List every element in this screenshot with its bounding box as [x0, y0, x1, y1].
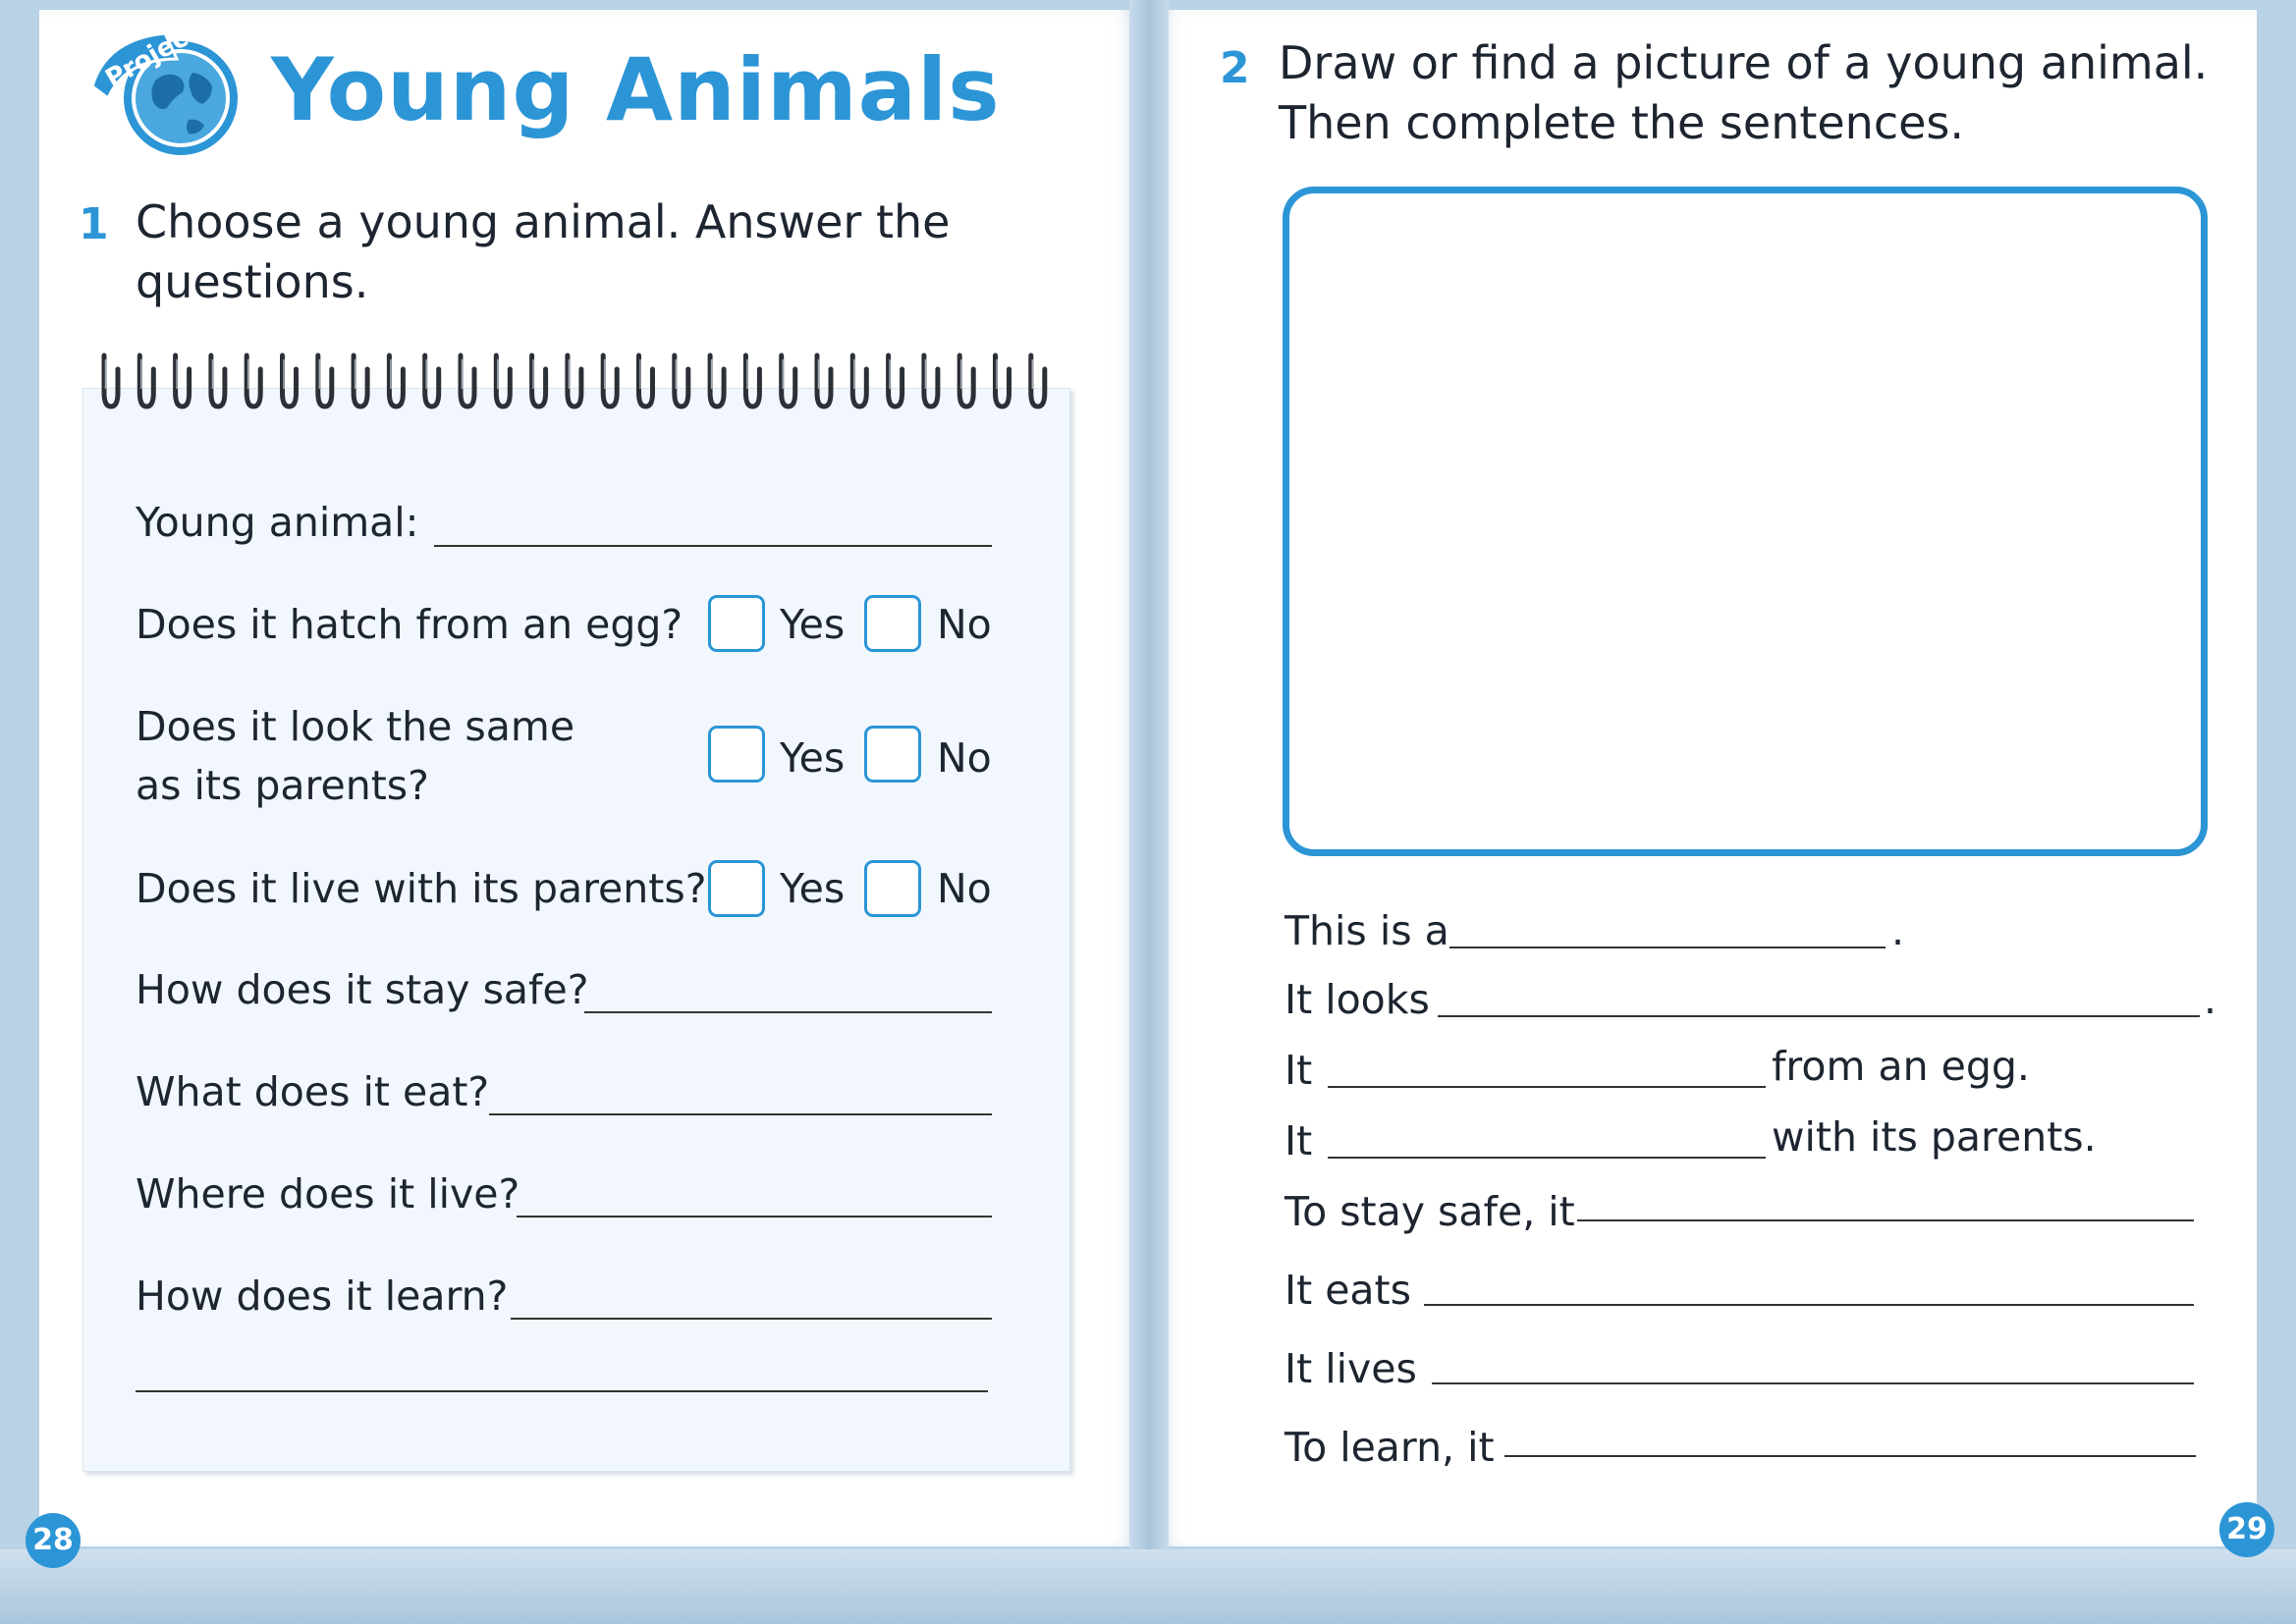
live-with-parents-yes-label: Yes [780, 865, 846, 912]
question-2-line1: Draw or find a picture of a young animal… [1279, 36, 2209, 89]
it-live-label: It [1285, 1117, 1313, 1164]
look-same-line2: as its parents? [136, 762, 429, 809]
spiral-ring-icon [814, 352, 834, 409]
hatch-no-checkbox[interactable] [864, 595, 921, 652]
to-learn-answer-line[interactable] [1504, 1455, 2196, 1457]
this-is-a-answer-line[interactable] [1449, 947, 1886, 948]
it-lives-label: It lives [1285, 1345, 1417, 1392]
book-spine [1129, 0, 1169, 1624]
to-stay-safe-label: To stay safe, it [1285, 1188, 1575, 1235]
it-eats-answer-line[interactable] [1424, 1304, 2194, 1306]
question-1-line2: questions. [136, 255, 369, 308]
spiral-ring-icon [386, 352, 406, 409]
live-where-answer-line[interactable] [517, 1216, 992, 1218]
book-edge [0, 1549, 2296, 1624]
hatch-question: Does it hatch from an egg? [136, 601, 683, 648]
eat-question: What does it eat? [136, 1068, 490, 1115]
question-2-text: Draw or find a picture of a young animal… [1279, 33, 2208, 153]
question-2-line2: Then complete the sentences. [1279, 96, 1965, 149]
this-is-a-label: This is a [1285, 907, 1449, 954]
stay-safe-question: How does it stay safe? [136, 966, 589, 1013]
live-with-parents-question: Does it live with its parents? [136, 865, 707, 912]
spiral-ring-icon [742, 352, 762, 409]
look-same-question: Does it look the same as its parents? [136, 697, 574, 815]
period-1: . [1891, 907, 1905, 954]
spiral-ring-icon [1028, 352, 1048, 409]
question-number-1: 1 [79, 199, 109, 249]
look-same-no-label: No [937, 734, 992, 782]
it-looks-answer-line[interactable] [1438, 1015, 2200, 1017]
spiral-ring-icon [101, 352, 121, 409]
question-1-line1: Choose a young animal. Answer the [136, 195, 951, 248]
look-same-yes-label: Yes [780, 734, 846, 782]
spiral-ring-icon [244, 352, 263, 409]
spiral-ring-icon [957, 352, 976, 409]
it-looks-label: It looks [1285, 976, 1430, 1023]
it-hatch-label: It [1285, 1047, 1313, 1094]
live-where-question: Where does it live? [136, 1170, 520, 1218]
question-number-2: 2 [1220, 43, 1250, 93]
project-globe-icon: Project [90, 29, 238, 155]
hatch-no-label: No [937, 601, 992, 648]
it-eats-label: It eats [1285, 1267, 1411, 1314]
picture-frame[interactable] [1283, 187, 2208, 856]
look-same-yes-checkbox[interactable] [708, 726, 765, 783]
page-number-left: 28 [26, 1513, 81, 1568]
to-learn-label: To learn, it [1285, 1424, 1495, 1471]
spiral-ring-icon [422, 352, 442, 409]
hatch-yes-checkbox[interactable] [708, 595, 765, 652]
spiral-ring-icon [208, 352, 228, 409]
spiral-ring-icon [529, 352, 549, 409]
live-with-parents-yes-checkbox[interactable] [708, 860, 765, 917]
page-number-right: 29 [2219, 1502, 2274, 1557]
stay-safe-answer-line[interactable] [584, 1011, 992, 1013]
from-an-egg-label: from an egg. [1772, 1043, 2030, 1090]
learn-answer-line[interactable] [511, 1318, 992, 1320]
look-same-line1: Does it look the same [136, 703, 575, 750]
to-stay-safe-answer-line[interactable] [1577, 1219, 2194, 1221]
spiral-binding-icon [101, 352, 1048, 409]
eat-answer-line[interactable] [489, 1113, 992, 1115]
spiral-ring-icon [315, 352, 335, 409]
spiral-ring-icon [493, 352, 513, 409]
spiral-ring-icon [672, 352, 691, 409]
spiral-ring-icon [636, 352, 655, 409]
extra-answer-line[interactable] [136, 1390, 988, 1392]
young-animal-answer-line[interactable] [434, 545, 992, 547]
page-title: Young Animals [271, 39, 1001, 140]
spiral-ring-icon [565, 352, 584, 409]
spiral-ring-icon [600, 352, 620, 409]
it-hatch-answer-line[interactable] [1328, 1086, 1766, 1088]
it-lives-answer-line[interactable] [1432, 1382, 2194, 1384]
spiral-ring-icon [458, 352, 477, 409]
spiral-ring-icon [849, 352, 869, 409]
spiral-ring-icon [707, 352, 727, 409]
spiral-ring-icon [173, 352, 192, 409]
with-its-parents-label: with its parents. [1772, 1113, 2097, 1161]
hatch-yes-label: Yes [780, 601, 846, 648]
spiral-ring-icon [993, 352, 1011, 409]
spiral-ring-icon [351, 352, 370, 409]
live-with-parents-no-checkbox[interactable] [864, 860, 921, 917]
live-with-parents-no-label: No [937, 865, 992, 912]
it-live-answer-line[interactable] [1328, 1157, 1766, 1159]
spiral-ring-icon [779, 352, 798, 409]
look-same-no-checkbox[interactable] [864, 726, 921, 783]
spiral-ring-icon [137, 352, 156, 409]
question-1-text: Choose a young animal. Answer the questi… [136, 192, 950, 312]
period-2: . [2204, 976, 2217, 1023]
young-animal-label: Young animal: [136, 499, 419, 546]
spiral-ring-icon [921, 352, 941, 409]
spiral-ring-icon [886, 352, 905, 409]
spiral-ring-icon [280, 352, 299, 409]
learn-question: How does it learn? [136, 1272, 509, 1320]
